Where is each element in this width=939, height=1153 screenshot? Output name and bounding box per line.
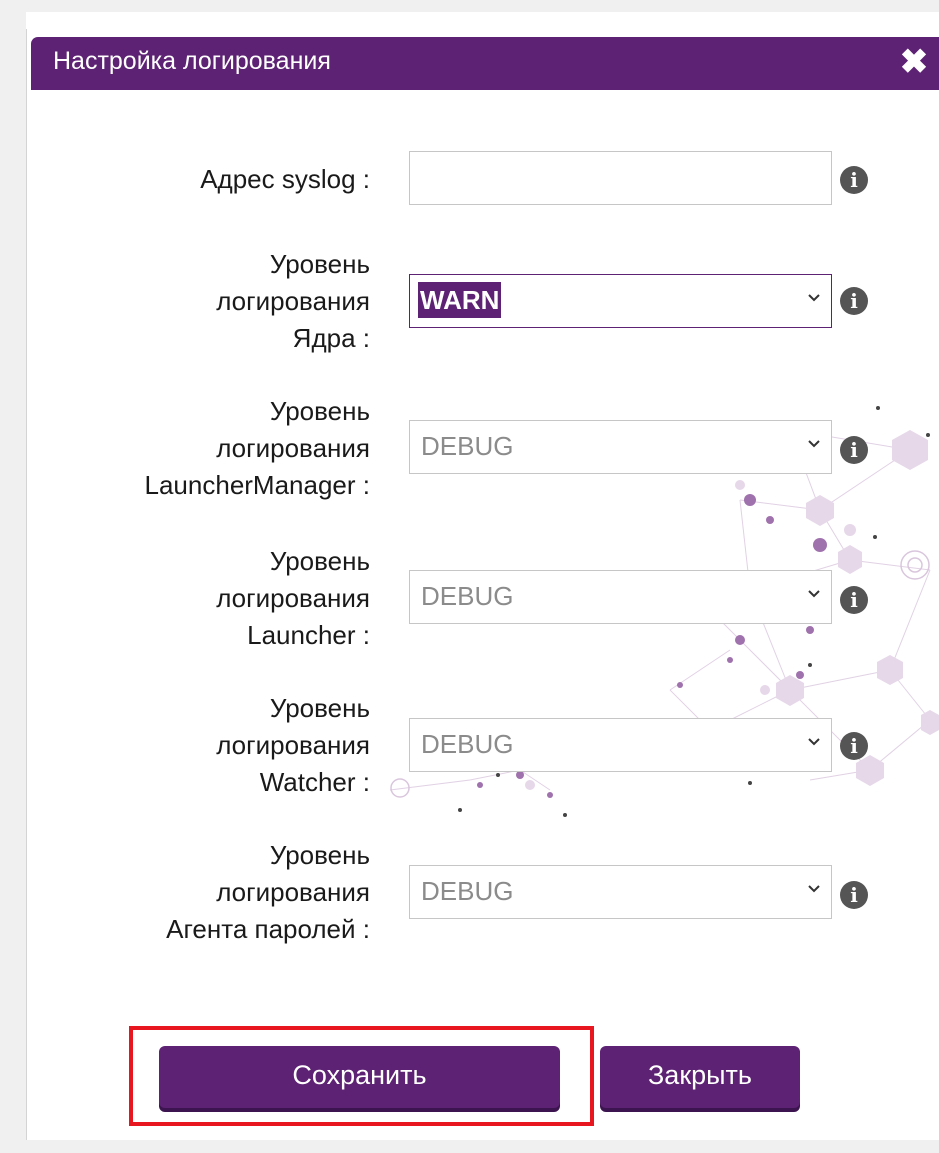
label-line: логирования [216,286,370,316]
chevron-down-icon [808,885,820,893]
label-line: Launcher : [247,620,370,650]
launcher-log-level-label: Уровень логирования Launcher : [40,543,370,654]
chevron-down-icon [808,440,820,448]
close-icon[interactable]: ✖ [897,45,931,79]
info-icon[interactable]: i [840,436,868,464]
info-icon[interactable]: i [840,287,868,315]
launcher-log-level-value: DEBUG [421,581,514,611]
info-icon[interactable]: i [840,881,868,909]
syslog-address-label: Адрес syslog : [200,164,370,194]
close-button[interactable]: Закрыть [600,1046,800,1108]
kernel-log-level-value: WARN [418,282,502,318]
label-line: Агента паролей : [166,914,370,944]
save-button[interactable]: Сохранить [159,1046,560,1108]
info-icon[interactable]: i [840,166,868,194]
chevron-down-icon [808,590,820,598]
chevron-down-icon [808,294,820,302]
launchermanager-log-level-value: DEBUG [421,431,514,461]
label-line: логирования [216,583,370,613]
info-icon[interactable]: i [840,732,868,760]
label-line: Уровень [269,840,370,870]
launchermanager-log-level-select[interactable]: DEBUG [409,420,832,474]
page-background-bottom [0,1140,939,1153]
label-line: Уровень [269,693,370,723]
password-agent-log-level-label: Уровень логирования Агента паролей : [40,837,370,948]
password-agent-log-level-value: DEBUG [421,876,514,906]
page-background-top [0,0,939,12]
label-line: Watcher : [259,767,370,797]
label-line: логирования [216,433,370,463]
syslog-address-input[interactable] [409,151,832,205]
label-line: Ядра : [292,323,370,353]
watcher-log-level-label: Уровень логирования Watcher : [40,690,370,801]
chevron-down-icon [808,738,820,746]
kernel-log-level-select[interactable]: WARN [409,274,832,328]
label-line: логирования [216,877,370,907]
kernel-log-level-label: Уровень логирования Ядра : [40,246,370,357]
watcher-log-level-value: DEBUG [421,729,514,759]
label-line: логирования [216,730,370,760]
label-line: Уровень [269,396,370,426]
page-background-left [0,0,26,1153]
label-line: Уровень [269,546,370,576]
info-icon[interactable]: i [840,586,868,614]
dialog-titlebar: Настройка логирования ✖ [31,37,939,90]
launcher-log-level-select[interactable]: DEBUG [409,570,832,624]
dialog-title: Настройка логирования [53,47,331,75]
launchermanager-log-level-label: Уровень логирования LauncherManager : [40,393,370,504]
password-agent-log-level-select[interactable]: DEBUG [409,865,832,919]
label-line: Уровень [269,249,370,279]
watcher-log-level-select[interactable]: DEBUG [409,718,832,772]
label-line: LauncherManager : [144,470,370,500]
